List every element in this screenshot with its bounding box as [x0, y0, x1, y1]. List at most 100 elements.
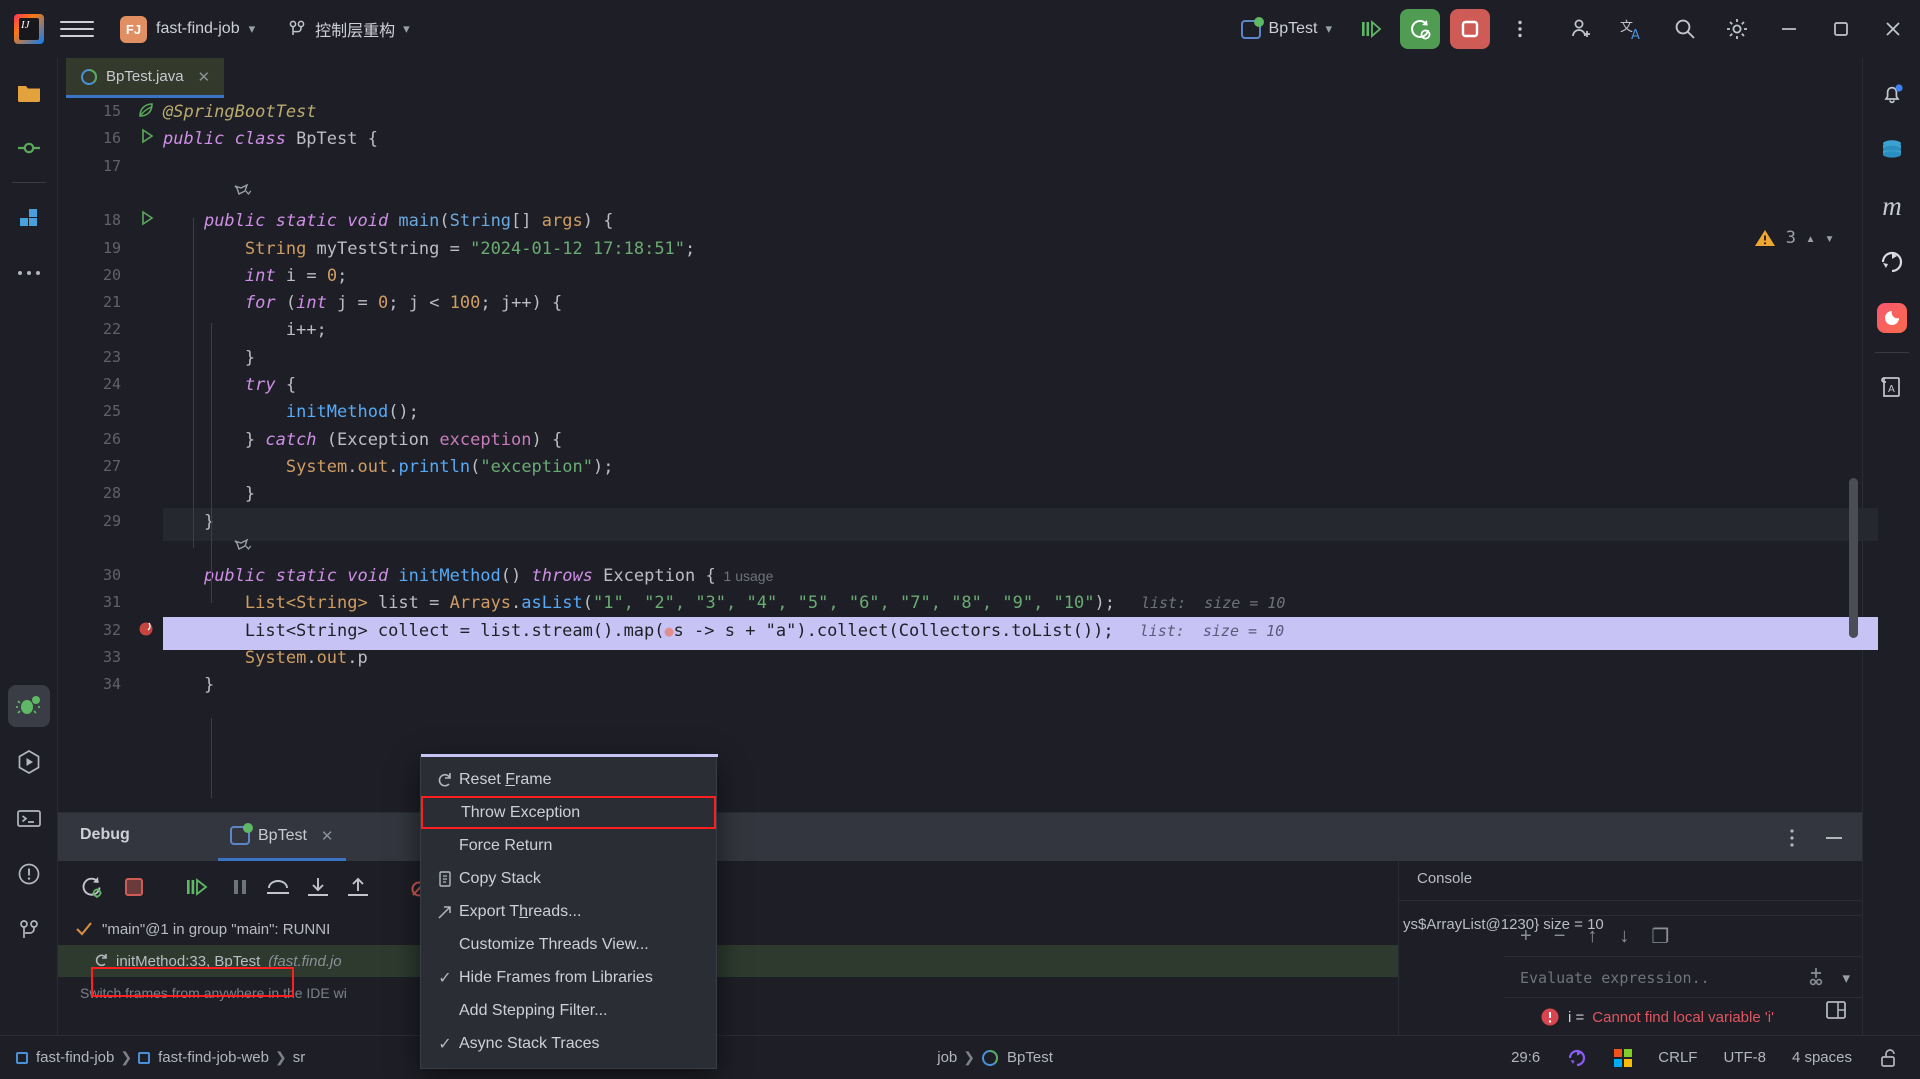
breadcrumb-item-4[interactable]: BpTest	[981, 1049, 1053, 1067]
search-button[interactable]	[1662, 7, 1708, 51]
chevron-up-icon[interactable]: ▴	[1806, 229, 1815, 247]
translate-button[interactable]: 文 A	[1610, 7, 1656, 51]
maximize-button[interactable]	[1818, 7, 1864, 51]
sidebar-item-version-control[interactable]	[0, 902, 58, 958]
code-line[interactable]: }	[163, 512, 214, 532]
close-button[interactable]	[1870, 7, 1916, 51]
context-menu-item-hide-frames-from-libraries[interactable]: ✓ Hide Frames from Libraries	[421, 961, 716, 994]
breadcrumb-item-2[interactable]: sr	[293, 1049, 306, 1066]
context-menu-item-force-return[interactable]: Force Return	[421, 829, 716, 862]
sidebar-item-commit[interactable]	[0, 120, 58, 176]
code-line[interactable]: }	[163, 675, 214, 695]
run-configuration-selector[interactable]: BpTest ▾	[1233, 16, 1340, 43]
step-out-button[interactable]	[342, 871, 374, 903]
sidebar-item-codegeex[interactable]	[1863, 290, 1920, 346]
caret-position[interactable]: 29:6	[1511, 1049, 1540, 1066]
breakpoint-icon[interactable]	[137, 620, 155, 642]
sidebar-item-dictionary[interactable]: A	[1863, 359, 1920, 415]
sidebar-item-run[interactable]	[0, 734, 58, 790]
context-menu-item-throw-exception[interactable]: Throw Exception	[421, 796, 716, 829]
breadcrumb-item-0[interactable]: fast-find-job	[16, 1049, 114, 1066]
thread-row[interactable]: "main"@1 in group "main": RUNNI	[58, 913, 1398, 945]
editor-scrollbar[interactable]	[1849, 478, 1858, 638]
code-line[interactable]: String myTestString = "2024-01-12 17:18:…	[163, 239, 695, 259]
sidebar-item-database[interactable]	[1863, 122, 1920, 178]
code-line[interactable]: }	[163, 484, 255, 504]
debug-rerun-button[interactable]	[76, 871, 108, 903]
context-menu-item-copy-stack[interactable]: Copy Stack	[421, 862, 716, 895]
context-menu-item-export-threads[interactable]: Export Threads...	[421, 895, 716, 928]
add-user-button[interactable]	[1558, 7, 1604, 51]
sidebar-item-more[interactable]	[0, 245, 58, 301]
sidebar-item-spring[interactable]	[1863, 234, 1920, 290]
remove-watch-icon[interactable]: −	[1554, 925, 1566, 948]
spring-bean-icon[interactable]	[231, 182, 253, 204]
code-line[interactable]: public class BpTest {	[163, 129, 378, 149]
branch-selector[interactable]: 控制层重构 ▾	[277, 14, 420, 44]
hamburger-menu-icon[interactable]	[60, 12, 94, 46]
inspection-status[interactable]: 3 ▴ ▾	[1754, 228, 1834, 248]
sidebar-item-problems[interactable]	[0, 846, 58, 902]
step-into-button[interactable]	[302, 871, 334, 903]
code-line[interactable]: @SpringBootTest	[163, 102, 317, 122]
sidebar-item-notifications[interactable]	[1863, 66, 1920, 122]
project-selector[interactable]: FJ fast-find-job ▾	[112, 13, 263, 46]
debug-stop-button[interactable]	[118, 871, 150, 903]
code-line[interactable]: public static void initMethod() throws E…	[163, 566, 773, 586]
tab-console[interactable]: Console	[1417, 870, 1472, 887]
code-line[interactable]: i++;	[163, 320, 327, 340]
frame-row-initmethod[interactable]: initMethod:33, BpTest (fast.find.jo	[58, 945, 1398, 977]
spring-leaf-icon[interactable]	[137, 101, 155, 123]
move-down-icon[interactable]: ↓	[1619, 925, 1629, 948]
code-line[interactable]: }	[163, 348, 255, 368]
evaluate-expression-input[interactable]: Evaluate expression.. ▾	[1504, 958, 1862, 998]
add-watch-icon[interactable]: +	[1520, 925, 1532, 948]
move-up-icon[interactable]: ↑	[1587, 925, 1597, 948]
more-actions-button[interactable]	[1500, 9, 1540, 49]
copy-value-icon[interactable]: ❐	[1651, 924, 1669, 949]
context-menu-item-async-stack-traces[interactable]: ✓ Async Stack Traces	[421, 1027, 716, 1060]
code-editor[interactable]: 15 16 17 18 19 20 21 22 23 24 25 26 27 28 29 30 31 32 33 34…	[58, 98, 1878, 798]
sidebar-item-terminal[interactable]	[0, 790, 58, 846]
code-line[interactable]: try {	[163, 375, 296, 395]
breadcrumb-item-1[interactable]: fast-find-job-web	[138, 1049, 269, 1066]
step-over-button[interactable]	[262, 871, 294, 903]
windows-icon[interactable]	[1614, 1048, 1633, 1067]
pause-program-button[interactable]	[224, 871, 256, 903]
minimize-button[interactable]	[1766, 7, 1812, 51]
close-icon[interactable]: ✕	[321, 827, 334, 845]
debug-session-tab[interactable]: BpTest ✕	[218, 813, 346, 861]
sidebar-item-project[interactable]	[0, 64, 58, 120]
run-gutter-icon[interactable]	[139, 128, 155, 148]
code-line[interactable]: List<String> collect = list.stream().map…	[163, 621, 1284, 641]
unlocked-icon[interactable]	[1878, 1047, 1900, 1069]
chevron-down-icon[interactable]: ▾	[1825, 229, 1834, 247]
rerun-debug-button[interactable]	[1400, 9, 1440, 49]
context-menu-item-add-stepping-filter[interactable]: Add Stepping Filter...	[421, 994, 716, 1027]
debugger-frames-context-menu[interactable]: Reset Frame Throw Exception Force Return Co…	[420, 754, 718, 1069]
code-line[interactable]: System.out.println("exception");	[163, 457, 614, 477]
spring-bean-icon[interactable]	[231, 537, 253, 559]
code-line[interactable]: int i = 0;	[163, 266, 347, 286]
close-icon[interactable]: ✕	[198, 68, 211, 86]
sidebar-item-debug[interactable]	[0, 678, 58, 734]
stop-button[interactable]	[1450, 9, 1490, 49]
context-menu-item-customize-threads-view[interactable]: Customize Threads View...	[421, 928, 716, 961]
sidebar-item-plugins[interactable]	[0, 189, 58, 245]
sidebar-item-maven[interactable]: m	[1863, 178, 1920, 234]
code-line[interactable]: List<String> list = Arrays.asList("1", "…	[163, 593, 1286, 613]
debug-frames-panel[interactable]: "main"@1 in group "main": RUNNI initMeth…	[58, 913, 1398, 1036]
file-encoding[interactable]: UTF-8	[1723, 1049, 1766, 1066]
evaluate-icon[interactable]	[1804, 964, 1828, 992]
breadcrumb-item-3[interactable]: job	[937, 1049, 957, 1066]
debug-options-button[interactable]	[1782, 827, 1802, 853]
run-to-cursor-button[interactable]	[1350, 9, 1390, 49]
code-line[interactable]: initMethod();	[163, 402, 419, 422]
editor-code-area[interactable]: @SpringBootTest public class BpTest { pub…	[163, 98, 1878, 798]
chevron-down-icon[interactable]: ▾	[1842, 969, 1850, 987]
usage-hint[interactable]: 1 usage	[716, 568, 774, 584]
resume-program-button[interactable]	[182, 871, 214, 903]
run-gutter-icon[interactable]	[139, 210, 155, 230]
editor-tab-bptest[interactable]: BpTest.java ✕	[66, 58, 225, 98]
settings-button[interactable]	[1714, 7, 1760, 51]
